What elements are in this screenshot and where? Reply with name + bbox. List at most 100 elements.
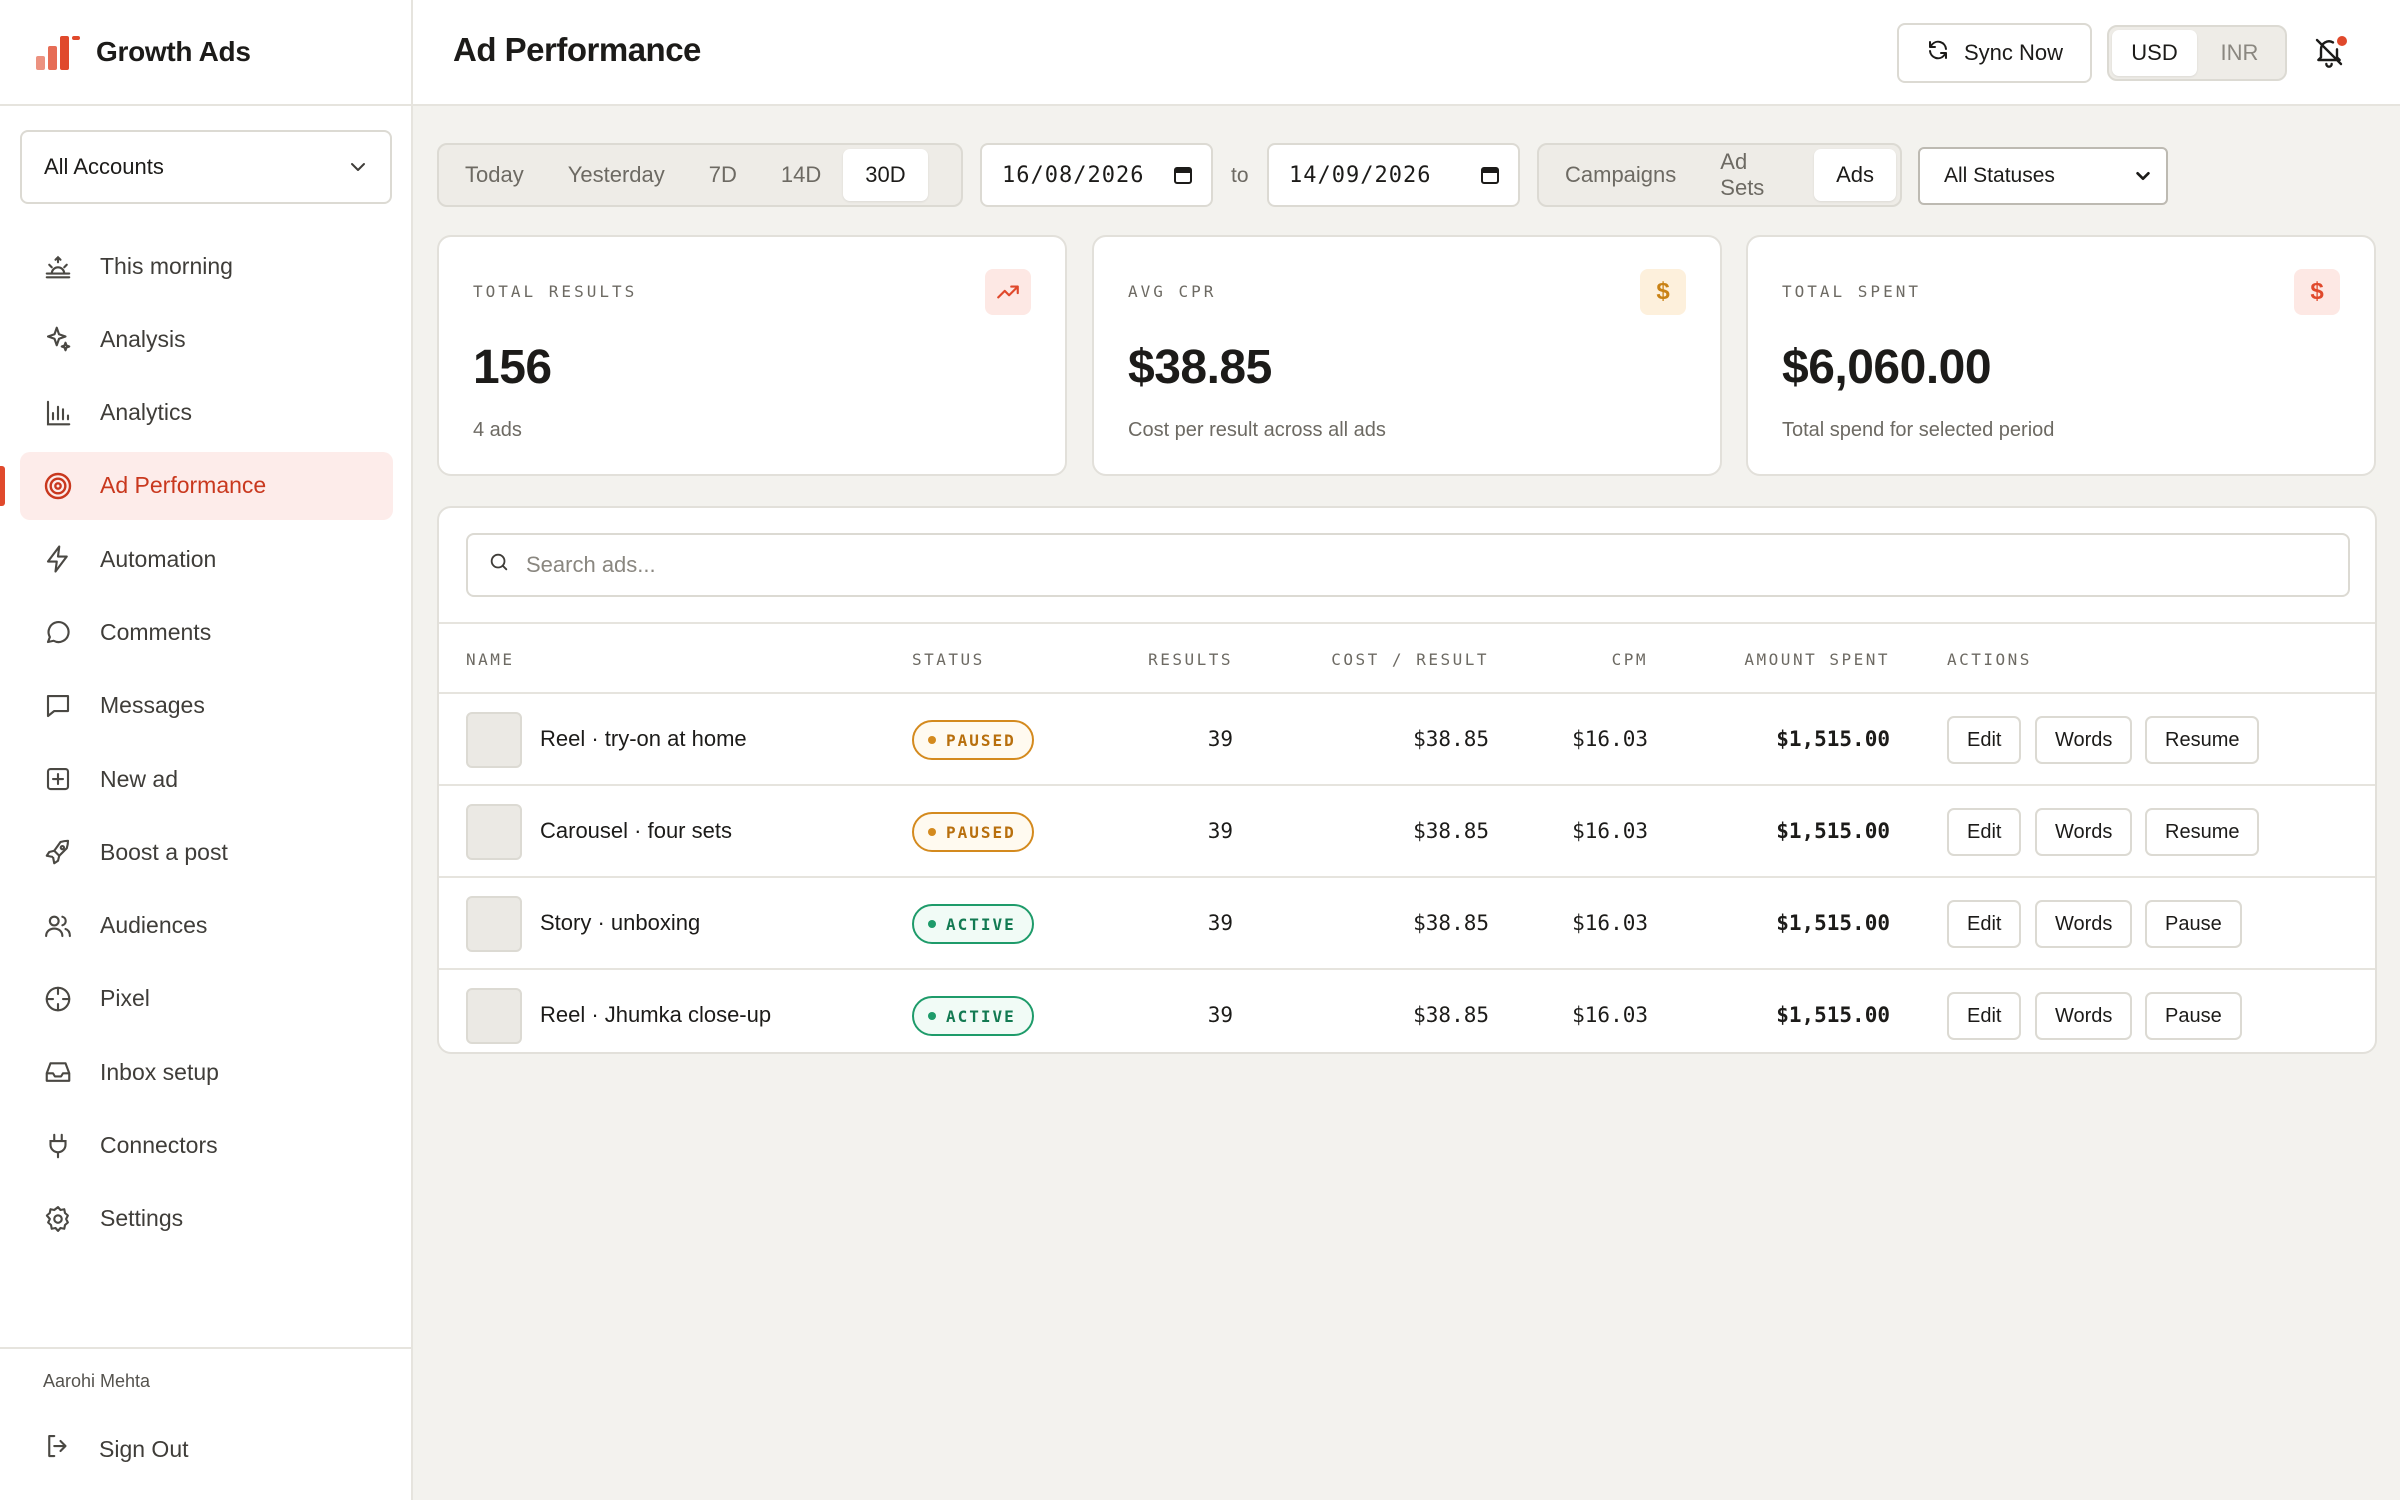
dollar-icon: $: [2294, 269, 2340, 315]
ad-thumbnail: [466, 712, 522, 768]
sidebar-item-pixel[interactable]: Pixel: [20, 965, 393, 1033]
sidebar-item-label: Analytics: [100, 399, 193, 426]
range-14d[interactable]: 14D: [759, 149, 843, 201]
sidebar-item-messages[interactable]: Messages: [20, 672, 393, 740]
column-header-name: NAME: [466, 650, 515, 669]
status-badge: ACTIVE: [912, 904, 1034, 944]
resume-button[interactable]: Resume: [2145, 808, 2260, 856]
status-text: ACTIVE: [946, 1006, 1016, 1026]
sidebar-item-this-morning[interactable]: This morning: [20, 232, 393, 300]
range-today[interactable]: Today: [443, 149, 546, 201]
table-header: NAME STATUS RESULTS COST / RESULT CPM AM…: [439, 622, 2375, 694]
ad-name[interactable]: Reel · Jhumka close-up: [540, 1002, 771, 1028]
stat-value: 156: [473, 341, 552, 394]
table-row: Reel · try-on at home PAUSED 39 $38.85 $…: [439, 694, 2375, 786]
status-filter-value: All Statuses: [1944, 164, 2055, 187]
brand[interactable]: Growth Ads: [0, 0, 411, 106]
ad-name[interactable]: Reel · try-on at home: [540, 726, 747, 752]
users-icon: [42, 910, 74, 942]
status-dot: [928, 1012, 936, 1020]
level-ad-sets[interactable]: Ad Sets: [1698, 149, 1814, 201]
level-tabs: Campaigns Ad Sets Ads: [1537, 143, 1902, 207]
words-button[interactable]: Words: [2035, 808, 2133, 856]
edit-button[interactable]: Edit: [1947, 900, 2022, 948]
amount-spent-cell: $1,515.00: [1776, 1003, 1890, 1027]
sidebar-item-label: New ad: [100, 765, 178, 792]
words-button[interactable]: Words: [2035, 900, 2133, 948]
sidebar-item-analytics[interactable]: Analytics: [20, 379, 393, 447]
cost-per-result-cell: $38.85: [1413, 911, 1489, 935]
sparkles-icon: [42, 323, 74, 355]
date-from-input[interactable]: 16/08/2026: [980, 143, 1213, 207]
message-square-icon: [42, 690, 74, 722]
level-campaigns[interactable]: Campaigns: [1543, 149, 1698, 201]
cpm-cell: $16.03: [1572, 911, 1648, 935]
sidebar-item-label: Analysis: [100, 325, 186, 352]
ad-thumbnail: [466, 896, 522, 952]
sidebar-item-label: Automation: [100, 545, 217, 572]
column-header-amount-spent: AMOUNT SPENT: [1744, 650, 1890, 669]
chevron-down-icon: [2136, 171, 2150, 181]
sidebar-item-automation[interactable]: Automation: [20, 525, 393, 593]
date-to-input[interactable]: 14/09/2026: [1267, 143, 1520, 207]
sidebar: Growth Ads All Accounts This morning Ana…: [0, 0, 413, 1500]
sidebar-item-connectors[interactable]: Connectors: [20, 1112, 393, 1180]
range-7d[interactable]: 7D: [687, 149, 759, 201]
sidebar-item-comments[interactable]: Comments: [20, 598, 393, 666]
account-select-value: All Accounts: [44, 154, 164, 179]
status-text: PAUSED: [946, 822, 1016, 842]
pause-button[interactable]: Pause: [2145, 992, 2242, 1040]
sidebar-item-label: Comments: [100, 618, 212, 645]
words-button[interactable]: Words: [2035, 716, 2133, 764]
ad-name[interactable]: Story · unboxing: [540, 910, 700, 936]
stat-card-total-results: TOTAL RESULTS 156 4 ads: [437, 235, 1067, 476]
date-range-tabs: Today Yesterday 7D 14D 30D: [437, 143, 963, 207]
status-text: PAUSED: [946, 730, 1016, 750]
comment-icon: [42, 616, 74, 648]
ad-name[interactable]: Carousel · four sets: [540, 818, 732, 844]
sidebar-item-ad-performance[interactable]: Ad Performance: [0, 451, 393, 520]
stat-label: TOTAL SPENT: [1782, 282, 1921, 301]
trending-up-icon: [985, 269, 1031, 315]
edit-button[interactable]: Edit: [1947, 992, 2022, 1040]
plug-icon: [42, 1130, 74, 1162]
amount-spent-cell: $1,515.00: [1776, 727, 1890, 751]
sync-now-button[interactable]: Sync Now: [1897, 23, 2092, 83]
sidebar-item-inbox-setup[interactable]: Inbox setup: [20, 1038, 393, 1106]
sidebar-item-label: Messages: [100, 692, 205, 719]
account-select[interactable]: All Accounts: [20, 130, 392, 204]
range-30d[interactable]: 30D: [843, 149, 928, 201]
level-ads[interactable]: Ads: [1814, 149, 1896, 201]
ads-table-card: Search ads... NAME STATUS RESULTS COST /…: [437, 506, 2377, 1054]
notifications-button[interactable]: [2313, 36, 2347, 70]
range-yesterday[interactable]: Yesterday: [546, 149, 687, 201]
status-filter-select[interactable]: All Statuses: [1918, 147, 2168, 205]
target-icon: [42, 470, 74, 502]
results-cell: 39: [1207, 1003, 1233, 1027]
dollar-icon: $: [1640, 269, 1686, 315]
sidebar-item-new-ad[interactable]: New ad: [20, 745, 393, 813]
sidebar-item-label: This morning: [100, 252, 233, 279]
search-icon: [488, 551, 510, 579]
pause-button[interactable]: Pause: [2145, 900, 2242, 948]
sidebar-item-audiences[interactable]: Audiences: [20, 892, 393, 960]
stat-label: TOTAL RESULTS: [473, 282, 638, 301]
currency-option-inr[interactable]: INR: [2197, 30, 2282, 76]
column-header-results: RESULTS: [1148, 650, 1233, 669]
stat-subtext: 4 ads: [473, 419, 522, 441]
resume-button[interactable]: Resume: [2145, 716, 2260, 764]
plus-square-icon: [42, 763, 74, 795]
sidebar-item-analysis[interactable]: Analysis: [20, 305, 393, 373]
edit-button[interactable]: Edit: [1947, 808, 2022, 856]
gear-icon: [42, 1203, 74, 1235]
sidebar-item-label: Settings: [100, 1205, 184, 1232]
currency-option-usd[interactable]: USD: [2112, 30, 2197, 76]
sidebar-item-label: Inbox setup: [100, 1058, 219, 1085]
sign-out-button[interactable]: Sign Out: [43, 1431, 189, 1467]
sidebar-item-boost-a-post[interactable]: Boost a post: [20, 818, 393, 886]
words-button[interactable]: Words: [2035, 992, 2133, 1040]
sidebar-item-settings[interactable]: Settings: [20, 1185, 393, 1253]
cpm-cell: $16.03: [1572, 1003, 1648, 1027]
edit-button[interactable]: Edit: [1947, 716, 2022, 764]
search-input[interactable]: Search ads...: [466, 533, 2350, 597]
